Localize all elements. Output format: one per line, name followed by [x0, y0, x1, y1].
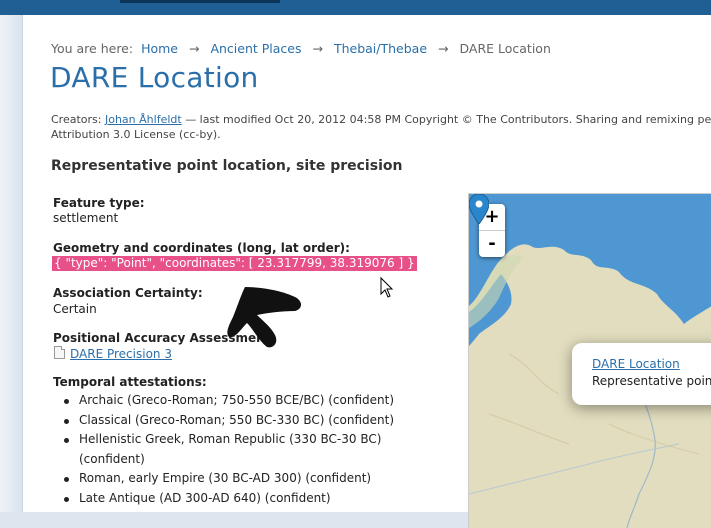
list-item: Hellenistic Greek, Roman Republic (330 B… [57, 430, 437, 469]
map-marker-icon[interactable] [469, 194, 489, 224]
certainty-label: Association Certainty: [53, 286, 203, 300]
active-nav-tab[interactable] [120, 0, 280, 3]
list-item: Late Antique (AD 300-AD 640) (confident) [57, 489, 437, 509]
popup-title-link[interactable]: DARE Location [592, 357, 680, 371]
breadcrumb-separator: → [438, 41, 449, 56]
feature-type-label: Feature type: [53, 196, 145, 210]
hand-drawn-arrow-icon [227, 287, 301, 348]
breadcrumb-ancient-places[interactable]: Ancient Places [210, 41, 301, 56]
list-item: Classical (Greco-Roman; 550 BC-330 BC) (… [57, 411, 437, 431]
breadcrumb-separator: → [188, 41, 200, 56]
precision-link[interactable]: DARE Precision 3 [54, 346, 172, 361]
license-text: Attribution 3.0 License (cc-by). [51, 128, 221, 141]
byline: Creators: Johan Åhlfeldt — last modified… [51, 112, 711, 142]
temporal-label: Temporal attestations: [53, 375, 207, 389]
mouse-pointer-icon [380, 277, 394, 298]
temporal-attestations-list: Archaic (Greco-Roman; 750-550 BCE/BC) (c… [57, 391, 437, 508]
breadcrumb-prefix: You are here: [51, 41, 134, 56]
main-content: You are here: Home → Ancient Places → Th… [23, 15, 711, 528]
left-gutter [0, 15, 23, 512]
breadcrumb-home[interactable]: Home [141, 41, 178, 56]
document-icon [54, 346, 65, 359]
breadcrumb-current: DARE Location [459, 41, 551, 56]
zoom-out-button[interactable]: - [479, 230, 505, 257]
breadcrumb: You are here: Home → Ancient Places → Th… [51, 41, 551, 56]
top-navigation-bar [0, 0, 711, 16]
location-map[interactable]: + - DARE Location Representative point l… [468, 193, 711, 528]
page-title: DARE Location [50, 61, 259, 94]
creator-link[interactable]: Johan Åhlfeldt [105, 113, 182, 126]
certainty-value: Certain [53, 302, 97, 316]
precision-link-text[interactable]: DARE Precision 3 [70, 347, 172, 361]
geometry-value[interactable]: { "type": "Point", "coordinates": [ 23.3… [52, 256, 417, 271]
breadcrumb-thebai[interactable]: Thebai/Thebae [334, 41, 427, 56]
breadcrumb-separator: → [312, 41, 323, 56]
section-heading: Representative point location, site prec… [51, 158, 403, 174]
geometry-label: Geometry and coordinates (long, lat orde… [53, 241, 350, 255]
map-popup: DARE Location Representative point lo [572, 343, 711, 405]
list-item: Archaic (Greco-Roman; 750-550 BCE/BC) (c… [57, 391, 437, 411]
creators-label: Creators: [51, 113, 102, 126]
list-item: Roman, early Empire (30 BC-AD 300) (conf… [57, 469, 437, 489]
feature-type-value: settlement [53, 211, 119, 225]
modified-text: — last modified Oct 20, 2012 04:58 PM Co… [185, 113, 711, 126]
popup-description: Representative point lo [592, 374, 711, 388]
